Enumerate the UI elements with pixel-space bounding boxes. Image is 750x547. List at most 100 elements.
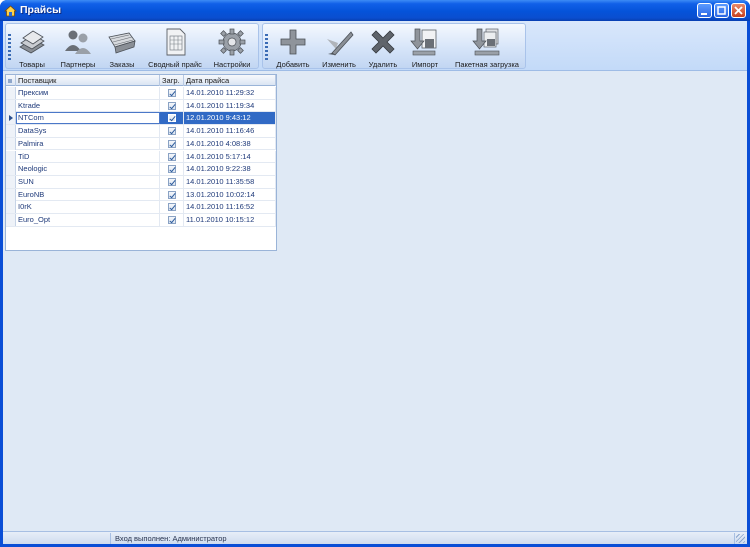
loaded-checkbox[interactable] — [168, 190, 176, 199]
cell-date[interactable]: 14.01.2010 4:08:38 — [184, 137, 276, 150]
cell-supplier[interactable]: TiD — [16, 150, 160, 163]
loaded-checkbox[interactable] — [168, 89, 176, 97]
row-indicator[interactable] — [6, 175, 16, 188]
cell-loaded — [160, 188, 184, 201]
orders-button[interactable]: Заказы — [102, 24, 142, 70]
cell-supplier[interactable]: Euro_Opt — [16, 214, 160, 226]
row-indicator[interactable] — [6, 163, 16, 176]
cell-loaded — [160, 150, 184, 163]
row-indicator[interactable] — [6, 112, 16, 125]
cell-loaded — [160, 214, 184, 226]
add-button[interactable]: Добавить — [271, 24, 315, 70]
app-icon — [4, 5, 17, 17]
table-row[interactable]: Neologic 14.01.2010 9:22:38 — [6, 163, 276, 176]
cell-supplier[interactable]: EuroNB — [16, 188, 160, 201]
batch-import-button[interactable]: Пакетная загрузка — [449, 24, 525, 70]
orders-label: Заказы — [109, 60, 135, 69]
cell-date[interactable]: 14.01.2010 11:19:34 — [184, 99, 276, 112]
row-indicator[interactable] — [6, 188, 16, 201]
cell-supplier[interactable]: I0rK — [16, 201, 160, 214]
maximize-icon — [717, 6, 726, 15]
prices-window: Прайсы Товары Партнеры Заказы Сводный пр… — [0, 0, 750, 547]
cell-supplier[interactable]: Ktrade — [16, 99, 160, 112]
cell-loaded — [160, 201, 184, 214]
row-indicator[interactable] — [6, 125, 16, 138]
cell-supplier[interactable]: Neologic — [16, 163, 160, 176]
cell-date[interactable]: 11.01.2010 10:15:12 — [184, 214, 276, 226]
summary-price-button[interactable]: Сводный прайс — [146, 24, 204, 70]
cell-supplier[interactable]: Прексим — [16, 87, 160, 99]
cell-date[interactable]: 14.01.2010 11:35:58 — [184, 175, 276, 188]
cell-loaded — [160, 125, 184, 138]
loaded-checkbox[interactable] — [168, 203, 176, 212]
summary-price-label: Сводный прайс — [148, 60, 202, 69]
toolbar-grip[interactable] — [8, 34, 11, 60]
title-bar[interactable]: Прайсы — [0, 0, 750, 21]
table-row[interactable]: I0rK 14.01.2010 11:16:52 — [6, 201, 276, 214]
table-row[interactable]: Прексим 14.01.2010 11:29:32 — [6, 87, 276, 100]
table-row[interactable]: TiD 14.01.2010 5:17:14 — [6, 150, 276, 164]
settings-button[interactable]: Настройки — [208, 24, 256, 70]
loaded-checkbox[interactable] — [168, 127, 176, 136]
toolbar-area: Товары Партнеры Заказы Сводный прайс Нас… — [3, 21, 747, 71]
maximize-button[interactable] — [714, 3, 729, 18]
partners-label: Партнеры — [60, 60, 96, 69]
row-indicator[interactable] — [6, 214, 16, 226]
people-icon — [65, 30, 91, 54]
close-button[interactable] — [731, 3, 746, 18]
loaded-checkbox[interactable] — [168, 177, 176, 186]
table-row[interactable]: SUN 14.01.2010 11:35:58 — [6, 175, 276, 189]
grid-header: Поставщик Загр. Дата прайса — [6, 75, 276, 86]
batch-import-icon — [472, 28, 500, 56]
cell-loaded — [160, 163, 184, 176]
row-indicator[interactable] — [6, 137, 16, 150]
status-pane-empty — [3, 533, 111, 544]
partners-button[interactable]: Партнеры — [56, 24, 100, 70]
row-indicator[interactable] — [6, 87, 16, 99]
cell-date[interactable]: 14.01.2010 11:29:32 — [184, 87, 276, 99]
cell-loaded — [160, 112, 184, 125]
table-row[interactable]: NTCom 12.01.2010 9:43:12 — [6, 112, 276, 126]
resize-grip[interactable] — [736, 534, 745, 543]
cell-supplier[interactable]: NTCom — [16, 112, 160, 125]
column-header-supplier[interactable]: Поставщик — [16, 75, 160, 86]
table-row[interactable]: Ktrade 14.01.2010 11:19:34 — [6, 99, 276, 113]
batch-import-label: Пакетная загрузка — [455, 60, 519, 69]
table-row[interactable]: EuroNB 13.01.2010 10:02:14 — [6, 188, 276, 202]
table-row[interactable]: Euro_Opt 11.01.2010 10:15:12 — [6, 214, 276, 227]
column-header-date[interactable]: Дата прайса — [184, 75, 276, 86]
cell-date[interactable]: 12.01.2010 9:43:12 — [184, 112, 276, 125]
loaded-checkbox[interactable] — [168, 139, 176, 148]
cell-date[interactable]: 14.01.2010 9:22:38 — [184, 163, 276, 176]
cell-supplier[interactable]: DataSys — [16, 125, 160, 138]
table-row[interactable]: Palmira 14.01.2010 4:08:38 — [6, 137, 276, 151]
status-login: Вход выполнен: Администратор — [111, 533, 735, 544]
current-row-arrow-icon — [9, 115, 13, 122]
toolbar-grip[interactable] — [265, 34, 268, 60]
close-icon — [734, 6, 743, 15]
header-indicator[interactable] — [6, 75, 16, 86]
cell-supplier[interactable]: Palmira — [16, 137, 160, 150]
loaded-checkbox[interactable] — [168, 114, 176, 123]
table-row[interactable]: DataSys 14.01.2010 11:16:46 — [6, 125, 276, 138]
minimize-button[interactable] — [697, 3, 712, 18]
cell-date[interactable]: 14.01.2010 11:16:46 — [184, 125, 276, 138]
cell-loaded — [160, 137, 184, 150]
import-button[interactable]: Импорт — [405, 24, 445, 70]
cell-supplier[interactable]: SUN — [16, 175, 160, 188]
cell-date[interactable]: 14.01.2010 11:16:52 — [184, 201, 276, 214]
loaded-checkbox[interactable] — [168, 216, 176, 224]
row-indicator[interactable] — [6, 99, 16, 112]
row-indicator[interactable] — [6, 150, 16, 163]
delete-button[interactable]: Удалить — [363, 24, 403, 70]
loaded-checkbox[interactable] — [168, 101, 176, 110]
column-header-loaded[interactable]: Загр. — [160, 75, 184, 86]
loaded-checkbox[interactable] — [168, 152, 176, 161]
window-title: Прайсы — [20, 4, 62, 16]
row-indicator[interactable] — [6, 201, 16, 214]
cell-date[interactable]: 13.01.2010 10:02:14 — [184, 188, 276, 201]
cell-date[interactable]: 14.01.2010 5:17:14 — [184, 150, 276, 163]
edit-button[interactable]: Изменить — [317, 24, 361, 70]
loaded-checkbox[interactable] — [168, 165, 176, 174]
goods-button[interactable]: Товары — [12, 24, 52, 70]
